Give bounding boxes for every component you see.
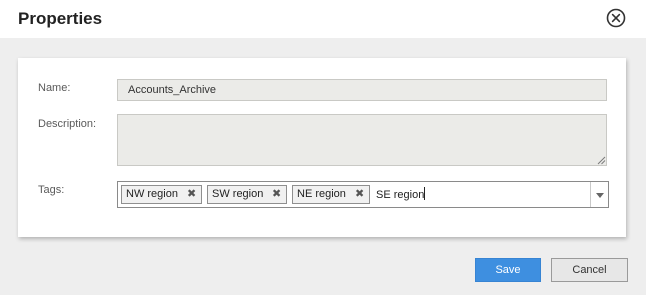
close-icon[interactable] <box>605 7 627 29</box>
dialog-title: Properties <box>18 9 103 28</box>
tags-label: Tags: <box>38 184 65 196</box>
save-button[interactable]: Save <box>475 258 541 282</box>
dropdown-arrow-icon[interactable] <box>593 190 607 200</box>
tag-chip-label: SW region <box>212 188 264 200</box>
name-label: Name: <box>38 82 71 94</box>
cancel-button[interactable]: Cancel <box>551 258 628 282</box>
resize-grip-icon[interactable] <box>596 155 606 165</box>
description-label: Description: <box>38 118 97 130</box>
name-field[interactable] <box>117 79 607 101</box>
tag-typed-text[interactable]: SE region <box>376 187 426 204</box>
description-field[interactable] <box>117 114 607 166</box>
dropdown-divider <box>590 182 591 207</box>
tags-input[interactable]: NW region ✖ SW region ✖ NE region ✖ SE r… <box>117 181 609 208</box>
dialog-header: Properties <box>0 0 646 38</box>
properties-form-panel: Name: Description: Tags: NW region ✖ SW … <box>18 58 626 237</box>
tag-chip-label: NW region <box>126 188 178 200</box>
tag-chip-nw-region: NW region ✖ <box>121 185 202 204</box>
tag-chip-ne-region: NE region ✖ <box>292 185 370 204</box>
tag-chip-label: NE region <box>297 188 346 200</box>
remove-tag-icon[interactable]: ✖ <box>355 186 364 203</box>
properties-dialog: Properties Name: Description: Tags: NW r… <box>0 0 646 295</box>
text-caret <box>424 187 426 200</box>
tag-typed-value: SE region <box>376 189 425 201</box>
remove-tag-icon[interactable]: ✖ <box>272 186 281 203</box>
tag-chip-sw-region: SW region ✖ <box>207 185 287 204</box>
remove-tag-icon[interactable]: ✖ <box>187 186 196 203</box>
